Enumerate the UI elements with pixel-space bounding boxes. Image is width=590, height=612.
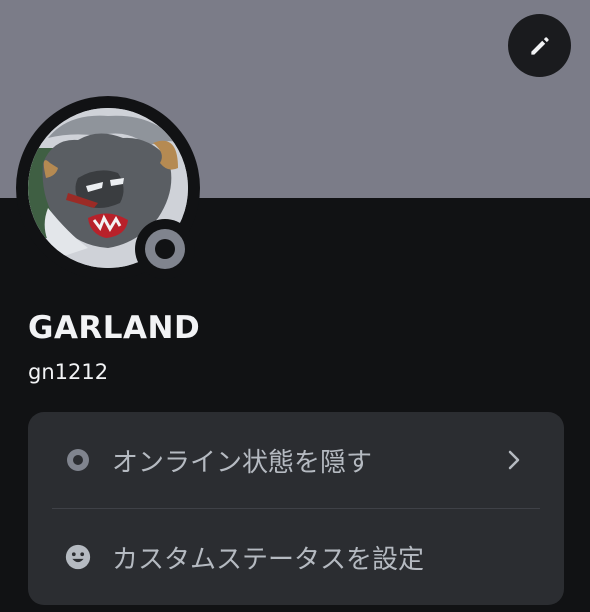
status-menu-card: オンライン状態を隠す カスタムステータスを設定	[28, 412, 564, 605]
username: gn1212	[28, 360, 109, 384]
status-indicator-hole	[155, 239, 175, 259]
display-name: GARLAND	[28, 310, 201, 346]
menu-item-set-custom-status[interactable]: カスタムステータスを設定	[28, 509, 564, 605]
invisible-status-icon	[64, 446, 92, 474]
pencil-icon	[527, 33, 553, 59]
menu-item-hide-online-status[interactable]: オンライン状態を隠す	[28, 412, 564, 508]
menu-item-label: カスタムステータスを設定	[112, 544, 425, 575]
smiley-face-icon	[64, 543, 92, 571]
menu-item-label: オンライン状態を隠す	[112, 447, 373, 478]
chevron-right-icon	[504, 446, 524, 474]
edit-profile-button[interactable]	[508, 14, 571, 77]
